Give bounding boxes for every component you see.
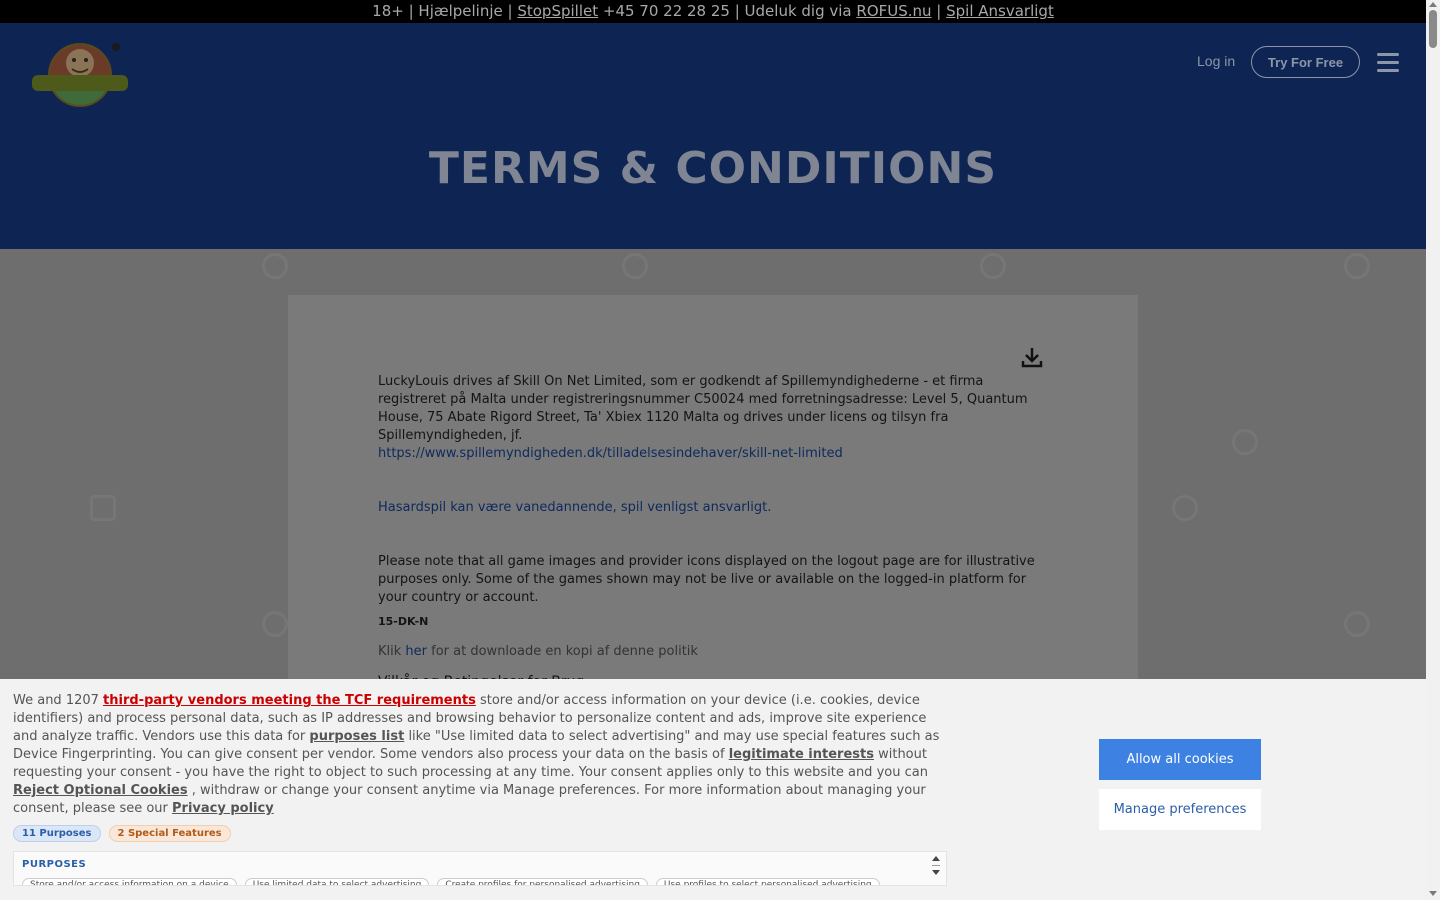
hamburger-menu-icon[interactable]	[1377, 53, 1399, 72]
decorative-circle-icon	[1344, 611, 1370, 637]
purposes-list-link[interactable]: purposes list	[309, 729, 404, 744]
manage-preferences-button[interactable]: Manage preferences	[1099, 789, 1261, 830]
privacy-policy-link[interactable]: Privacy policy	[172, 801, 274, 816]
scroll-up-arrow-icon[interactable]	[1429, 2, 1437, 7]
allow-all-cookies-button[interactable]: Allow all cookies	[1099, 739, 1261, 780]
purposes-list-box[interactable]: PURPOSES Store and/or access information…	[13, 851, 947, 886]
topbar-prefix: 18+ | Hjælpelinje |	[372, 2, 518, 20]
try-for-free-button[interactable]: Try For Free	[1251, 46, 1360, 78]
scroll-thumb[interactable]	[1429, 10, 1437, 48]
cookie-consent-banner: We and 1207 third-party vendors meeting …	[0, 679, 1426, 900]
lucky-louis-logo[interactable]	[28, 33, 132, 111]
decorative-circle-icon	[1172, 495, 1198, 521]
operator-info: LuckyLouis drives af Skill On Net Limite…	[378, 373, 1050, 463]
decorative-circle-icon	[1232, 429, 1258, 455]
decorative-circle-icon	[262, 611, 288, 637]
purpose-tags: Store and/or access information on a dev…	[22, 878, 880, 885]
page-scrollbar[interactable]	[1426, 0, 1440, 900]
decorative-circle-icon	[1344, 253, 1370, 279]
topbar-middle: +45 70 22 28 25 | Udeluk dig via	[598, 2, 857, 20]
stopspillet-link[interactable]: StopSpillet	[517, 2, 598, 20]
download-icon[interactable]	[1020, 345, 1044, 369]
topbar-separator: |	[931, 2, 947, 20]
decorative-square-icon	[90, 495, 116, 521]
download-policy-text: Klik her for at downloade en kopi af den…	[378, 643, 1050, 661]
terms-content-card: LuckyLouis drives af Skill On Net Limite…	[288, 295, 1138, 690]
consent-summary-pills: 11 Purposes 2 Special Features	[13, 825, 231, 842]
cookie-text-part: We and 1207	[13, 693, 104, 708]
site-header: Log in Try For Free TERMS & CONDITIONS	[0, 23, 1426, 249]
klik-prefix: Klik	[378, 644, 406, 659]
responsible-gaming-note: Hasardspil kan være vanedannende, spil v…	[378, 500, 772, 515]
purposes-count-badge[interactable]: 11 Purposes	[13, 825, 101, 842]
vendors-link[interactable]: third-party vendors meeting the TCF requ…	[103, 693, 476, 708]
reject-optional-cookies-link[interactable]: Reject Optional Cookies	[13, 783, 188, 798]
purpose-tag: Use profiles to select personalised adve…	[655, 878, 880, 885]
special-features-badge[interactable]: 2 Special Features	[108, 825, 231, 842]
cookie-consent-text: We and 1207 third-party vendors meeting …	[13, 692, 948, 818]
purpose-tag: Store and/or access information on a dev…	[22, 878, 237, 885]
page-title: TERMS & CONDITIONS	[428, 143, 998, 194]
purpose-tag: Use limited data to select advertising	[244, 878, 430, 885]
operator-paragraph: LuckyLouis drives af Skill On Net Limite…	[378, 374, 1028, 443]
legitimate-interests-link[interactable]: legitimate interests	[729, 747, 874, 762]
terms-code: 15-DK-N	[378, 615, 429, 628]
purpose-tag: Create profiles for personalised adverti…	[437, 878, 648, 885]
download-policy-link[interactable]: her	[405, 644, 427, 659]
purposes-scroll-arrows-icon[interactable]	[932, 856, 942, 882]
login-link[interactable]: Log in	[1197, 53, 1235, 69]
spil-ansvarligt-link[interactable]: Spil Ansvarligt	[946, 2, 1054, 20]
terms-content: LuckyLouis drives af Skill On Net Limite…	[378, 373, 1050, 691]
decorative-circle-icon	[622, 253, 648, 279]
responsible-gaming-bar: 18+ | Hjælpelinje | StopSpillet +45 70 2…	[0, 0, 1426, 23]
decorative-circle-icon	[980, 253, 1006, 279]
license-link[interactable]: https://www.spillemyndigheden.dk/tillade…	[378, 446, 843, 461]
illustrative-note: Please note that all game images and pro…	[378, 554, 1035, 605]
purposes-heading: PURPOSES	[22, 859, 87, 870]
rofus-link[interactable]: ROFUS.nu	[856, 2, 931, 20]
decorative-circle-icon	[262, 253, 288, 279]
klik-suffix: for at downloade en kopi af denne politi…	[427, 644, 698, 659]
scroll-down-arrow-icon[interactable]	[1429, 891, 1437, 896]
